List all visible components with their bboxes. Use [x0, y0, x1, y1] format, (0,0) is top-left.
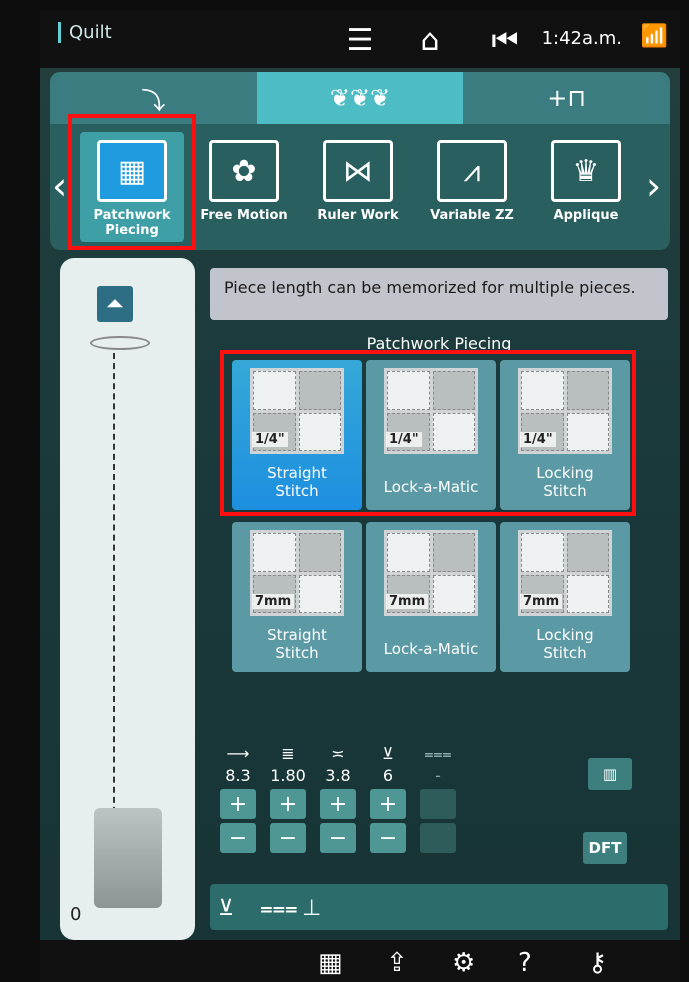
- decrease-button[interactable]: −: [370, 823, 406, 853]
- param-presser-foot-pressure: ⊻ 6 + −: [370, 744, 406, 853]
- param-tension: ≍ 3.8 + −: [320, 744, 356, 853]
- stitch-locking-7mm[interactable]: 7mm Locking Stitch: [500, 522, 630, 672]
- stitch-straight-7mm[interactable]: 7mm Straight Stitch: [232, 522, 362, 672]
- stitch-name: Lock-a-Matic: [383, 640, 479, 658]
- app-title: Quilt: [58, 22, 112, 43]
- param-value: 3.8: [325, 766, 351, 785]
- tension-icon: ≍: [331, 744, 345, 763]
- param-stitch-width: ⟶ 8.3 + −: [220, 744, 256, 853]
- top-bar: Quilt ☰ ⌂ ⏮ 1:42a.m. 📶: [40, 10, 680, 68]
- needle-icon: ⤵: [141, 86, 166, 115]
- category-label: Applique: [553, 208, 619, 223]
- stitch-name: Locking Stitch: [536, 626, 594, 662]
- disabled-control: [420, 823, 456, 853]
- stitch-line: [113, 353, 115, 823]
- decrease-button[interactable]: −: [220, 823, 256, 853]
- stitch-measure: 7mm: [386, 594, 429, 609]
- feed-dogs-icon: ⩶: [424, 744, 452, 763]
- back-to-start-icon[interactable]: ⏮: [485, 20, 525, 60]
- wifi-icon: 📶: [640, 24, 668, 49]
- settings-icon[interactable]: ⚙: [452, 948, 475, 978]
- param-value: -: [435, 766, 441, 785]
- chevron-right-icon[interactable]: ›: [646, 164, 661, 208]
- preview-counter: 0: [70, 904, 82, 925]
- stitch-measure: 7mm: [520, 594, 563, 609]
- stitch-name: Straight Stitch: [267, 626, 327, 662]
- clock: 1:42a.m.: [541, 28, 622, 49]
- presser-foot-image: [94, 808, 162, 908]
- presser-foot-pressure-icon: ⊻: [382, 744, 394, 763]
- screen: Quilt ☰ ⌂ ⏮ 1:42a.m. 📶 ⤵ ❦❦❦ +⊓ ‹ ▦ Patc…: [40, 10, 680, 982]
- category-applique[interactable]: ♛ Applique: [534, 132, 638, 242]
- add-presser-foot-icon: +⊓: [547, 84, 587, 112]
- decrease-button[interactable]: −: [270, 823, 306, 853]
- stitch-width-position-icon[interactable]: ▥: [588, 758, 632, 790]
- bottom-bar: ▦ ⇪ ⚙ ? ⚷: [40, 940, 680, 982]
- default-button[interactable]: DFT: [583, 832, 627, 864]
- category-label: Ruler Work: [317, 208, 399, 223]
- stitch-pattern-icon[interactable]: ▦: [318, 948, 343, 978]
- disabled-control: [420, 789, 456, 819]
- home-icon[interactable]: ⌂: [410, 20, 450, 60]
- presser-foot-icon[interactable]: ⊥: [302, 896, 321, 921]
- category-variable-zz[interactable]: ⩘ Variable ZZ: [420, 132, 524, 242]
- stitch-length-icon: ≣: [281, 744, 295, 763]
- category-free-motion[interactable]: ✿ Free Motion: [192, 132, 296, 242]
- category-label: Free Motion: [200, 208, 288, 223]
- param-stitch-length: ≣ 1.80 + −: [270, 744, 306, 853]
- stitch-preview: ⏶ 0: [60, 258, 195, 940]
- add-tab[interactable]: +⊓: [463, 72, 670, 124]
- chevron-left-icon[interactable]: ‹: [52, 164, 67, 208]
- export-icon[interactable]: ⇪: [386, 948, 408, 978]
- param-value: 8.3: [225, 766, 251, 785]
- selection-highlight: [220, 350, 636, 516]
- variable-zz-icon: ⩘: [437, 140, 507, 202]
- decrease-button[interactable]: −: [320, 823, 356, 853]
- info-message: Piece length can be memorized for multip…: [210, 268, 668, 320]
- stitch-width-icon: ⟶: [226, 744, 250, 763]
- param-value: 1.80: [270, 766, 306, 785]
- param-feed-dogs: ⩶ -: [420, 744, 456, 853]
- embroidery-tab[interactable]: ❦❦❦: [256, 72, 464, 124]
- ruler-work-icon: ⋈: [323, 140, 393, 202]
- menu-icon[interactable]: ☰: [340, 20, 380, 60]
- increase-button[interactable]: +: [220, 789, 256, 819]
- increase-button[interactable]: +: [370, 789, 406, 819]
- thread-curve: [90, 336, 150, 350]
- param-value: 6: [382, 766, 394, 785]
- free-motion-icon: ✿: [209, 140, 279, 202]
- options-bar: ⊻ ⩶ ⊥: [210, 884, 668, 930]
- feed-dog-icon[interactable]: ⩶: [260, 896, 298, 921]
- selection-highlight: [68, 114, 196, 250]
- category-label: Variable ZZ: [430, 208, 514, 223]
- needle-up-icon[interactable]: ⏶: [97, 286, 133, 322]
- increase-button[interactable]: +: [270, 789, 306, 819]
- stitch-lock-a-matic-7mm[interactable]: 7mm Lock-a-Matic: [366, 522, 496, 672]
- category-ruler-work[interactable]: ⋈ Ruler Work: [306, 132, 410, 242]
- increase-button[interactable]: +: [320, 789, 356, 819]
- embroidery-icon: ❦❦❦: [329, 84, 391, 112]
- stitch-measure: 7mm: [252, 594, 295, 609]
- help-icon[interactable]: ?: [518, 948, 532, 978]
- applique-icon: ♛: [551, 140, 621, 202]
- key-icon[interactable]: ⚷: [588, 948, 607, 978]
- thread-cut-icon[interactable]: ⊻: [218, 896, 234, 921]
